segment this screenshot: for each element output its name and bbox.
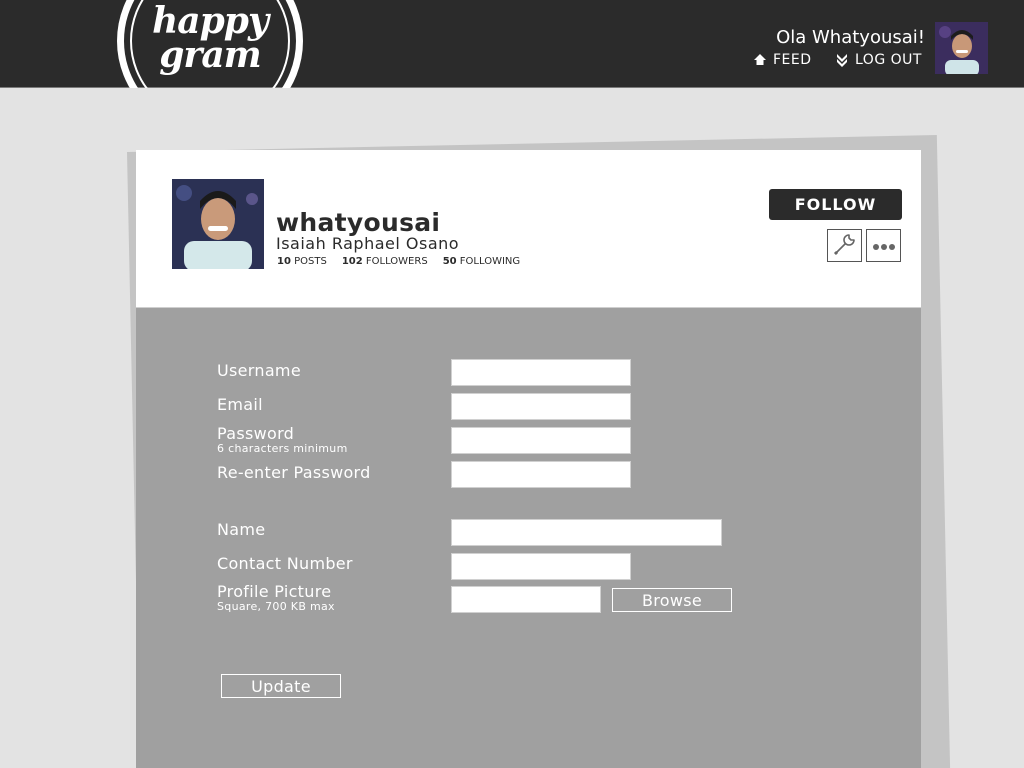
happygram-logo[interactable]: happy gram xyxy=(117,0,303,88)
user-avatar[interactable] xyxy=(935,22,988,74)
profile-header: whatyousai Isaiah Raphael Osano 10 POSTS… xyxy=(136,150,921,308)
following-label: FOLLOWING xyxy=(459,256,521,267)
follow-button[interactable]: FOLLOW xyxy=(769,189,902,220)
logout-link-label: LOG OUT xyxy=(855,52,922,68)
wrench-icon xyxy=(832,231,858,261)
name-input[interactable] xyxy=(451,519,722,546)
feed-link-label: FEED xyxy=(773,52,812,68)
update-button[interactable]: Update xyxy=(221,674,341,698)
settings-button[interactable] xyxy=(827,229,862,262)
password-input[interactable] xyxy=(451,427,631,454)
logo-text-gram: gram xyxy=(159,34,262,76)
profile-picture-label: Profile Picture xyxy=(217,582,332,601)
profile-avatar xyxy=(172,179,264,269)
username-input[interactable] xyxy=(451,359,631,386)
posts-count: 10 xyxy=(277,256,291,267)
email-label: Email xyxy=(217,395,263,414)
more-dots-icon xyxy=(872,236,896,255)
reenter-password-label: Re-enter Password xyxy=(217,463,371,482)
logout-link[interactable]: LOG OUT xyxy=(835,52,922,68)
more-options-button[interactable] xyxy=(866,229,901,262)
logo-text-happy: happy xyxy=(152,0,269,42)
profile-username: whatyousai xyxy=(276,208,441,237)
followers-stat[interactable]: 102 FOLLOWERS xyxy=(342,256,428,267)
top-bar: happy gram Ola Whatyousai! FEED LOG OUT xyxy=(0,0,1024,88)
profile-picture-hint: Square, 700 KB max xyxy=(217,600,335,613)
profile-card: whatyousai Isaiah Raphael Osano 10 POSTS… xyxy=(136,150,921,768)
reenter-password-input[interactable] xyxy=(451,461,631,488)
followers-label: FOLLOWERS xyxy=(365,256,428,267)
contact-number-input[interactable] xyxy=(451,553,631,580)
chevron-down-double-icon xyxy=(835,53,849,67)
posts-label: POSTS xyxy=(294,256,327,267)
profile-full-name: Isaiah Raphael Osano xyxy=(276,234,460,253)
browse-button[interactable]: Browse xyxy=(612,588,732,612)
name-label: Name xyxy=(217,520,266,539)
password-hint: 6 characters minimum xyxy=(217,442,348,455)
following-count: 50 xyxy=(442,256,457,267)
password-label: Password xyxy=(217,424,295,443)
profile-picture-path-input[interactable] xyxy=(451,586,601,613)
posts-stat[interactable]: 10 POSTS xyxy=(277,256,327,267)
profile-stats: 10 POSTS 102 FOLLOWERS 50 FOLLOWING xyxy=(277,256,520,267)
following-stat[interactable]: 50 FOLLOWING xyxy=(443,256,520,267)
feed-link[interactable]: FEED xyxy=(753,52,812,68)
contact-number-label: Contact Number xyxy=(217,554,353,573)
followers-count: 102 xyxy=(341,256,363,267)
edit-profile-form: Username Email Password 6 characters min… xyxy=(136,308,921,768)
username-label: Username xyxy=(217,361,301,380)
home-icon xyxy=(753,53,767,67)
greeting-text: Ola Whatyousai! xyxy=(776,27,925,48)
email-input[interactable] xyxy=(451,393,631,420)
